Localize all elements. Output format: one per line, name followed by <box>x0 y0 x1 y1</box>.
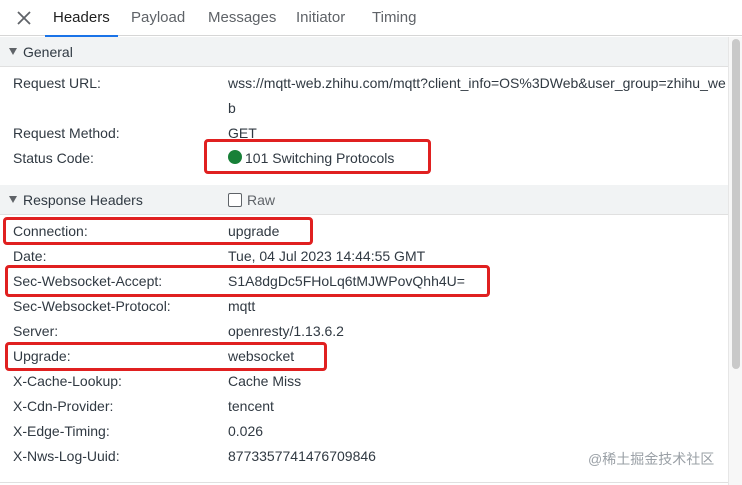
request-url-label: Request URL: <box>13 75 101 91</box>
tab-headers[interactable]: Headers <box>45 0 118 37</box>
status-success-icon <box>228 150 242 164</box>
header-value: 0.026 <box>228 423 264 439</box>
header-row-server: Server: openresty/1.13.6.2 <box>0 319 728 344</box>
tab-timing[interactable]: Timing <box>372 0 416 36</box>
header-key: Connection: <box>13 223 88 239</box>
header-row-sec-websocket-protocol: Sec-Websocket-Protocol: mqtt <box>0 294 728 319</box>
header-value: S1A8dgDc5FHoLq6tMJWPovQhh4U= <box>228 273 465 289</box>
request-method-value: GET <box>228 125 257 141</box>
header-value: Tue, 04 Jul 2023 14:44:55 GMT <box>228 248 426 264</box>
header-key: X-Cdn-Provider: <box>13 398 114 414</box>
header-key: Upgrade: <box>13 348 71 364</box>
response-headers-section-header[interactable]: Response Headers Raw <box>0 185 728 215</box>
tab-payload[interactable]: Payload <box>131 0 185 36</box>
header-value: tencent <box>228 398 274 414</box>
header-key: Server: <box>13 323 59 339</box>
header-value: 8773357741476709846 <box>228 448 376 464</box>
general-section-header[interactable]: General <box>0 37 728 67</box>
header-row-sec-websocket-accept: Sec-Websocket-Accept: S1A8dgDc5FHoLq6tMJ… <box>0 269 728 294</box>
tab-initiator[interactable]: Initiator <box>296 0 345 36</box>
triangle-down-icon <box>9 48 17 55</box>
watermark: @稀土掘金技术社区 <box>588 451 715 467</box>
header-key: X-Cache-Lookup: <box>13 373 122 389</box>
header-value: Cache Miss <box>228 373 302 389</box>
request-method-label: Request Method: <box>13 125 120 141</box>
general-section-title: General <box>23 44 73 60</box>
header-key: Sec-Websocket-Protocol: <box>13 298 171 314</box>
raw-checkbox[interactable] <box>228 193 242 207</box>
header-row-upgrade: Upgrade: websocket <box>0 344 728 369</box>
header-key: Date: <box>13 248 47 264</box>
status-code-label: Status Code: <box>13 150 94 166</box>
header-row-date: Date: Tue, 04 Jul 2023 14:44:55 GMT <box>0 244 728 269</box>
header-row-x-cache-lookup: X-Cache-Lookup: Cache Miss <box>0 369 728 394</box>
header-value: openresty/1.13.6.2 <box>228 323 344 339</box>
divider <box>0 482 728 483</box>
scrollbar-thumb[interactable] <box>732 39 740 369</box>
header-key: X-Nws-Log-Uuid: <box>13 448 120 464</box>
status-code-value-wrap: 101 Switching Protocols <box>228 146 394 171</box>
tab-messages[interactable]: Messages <box>208 0 276 36</box>
status-code-row: Status Code: 101 Switching Protocols <box>0 146 728 171</box>
header-key: Sec-Websocket-Accept: <box>13 273 163 289</box>
header-row-connection: Connection: upgrade <box>0 219 728 244</box>
scrollbar[interactable] <box>728 37 742 485</box>
header-row-x-cdn-provider: X-Cdn-Provider: tencent <box>0 394 728 419</box>
header-value: mqtt <box>228 298 256 314</box>
triangle-down-icon <box>9 196 17 203</box>
request-url-value: wss://mqtt-web.zhihu.com/mqtt?client_inf… <box>228 75 726 116</box>
request-method-row: Request Method: GET <box>0 121 728 146</box>
status-code-value: 101 Switching Protocols <box>245 150 395 166</box>
header-value: upgrade <box>228 223 280 239</box>
response-headers-section-title: Response Headers <box>23 192 143 208</box>
header-row-x-edge-timing: X-Edge-Timing: 0.026 <box>0 419 728 444</box>
raw-checkbox-label[interactable]: Raw <box>247 185 275 215</box>
close-icon[interactable] <box>14 8 34 28</box>
header-key: X-Edge-Timing: <box>13 423 110 439</box>
header-value: websocket <box>228 348 295 364</box>
devtools-tab-bar: Headers Payload Messages Initiator Timin… <box>0 0 742 37</box>
